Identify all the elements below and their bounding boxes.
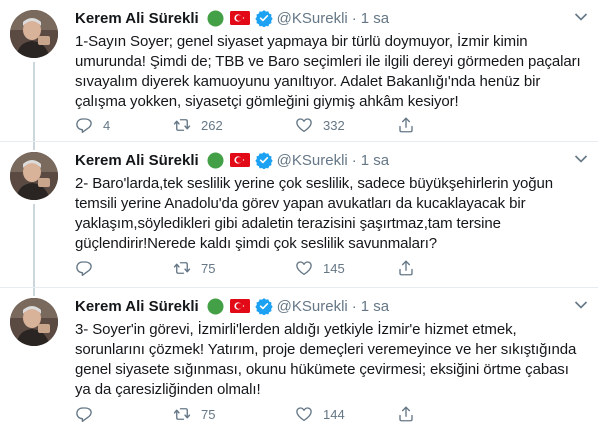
reply-count: 4: [103, 117, 111, 133]
verified-badge-icon: [254, 298, 273, 315]
reply-button[interactable]: [75, 405, 173, 423]
tweet-header: Kerem Ali Sürekli @KSurekli · 1 sa: [75, 150, 588, 170]
share-icon: [399, 406, 413, 422]
share-button[interactable]: [397, 405, 427, 423]
retweet-button[interactable]: 262: [173, 116, 295, 134]
tweet-text: 1-Sayın Soyer; genel siyaset yapmaya bir…: [75, 33, 581, 110]
tweet-time[interactable]: 1 sa: [361, 152, 389, 169]
retweet-icon: [173, 408, 191, 420]
separator-dot: ·: [351, 9, 357, 27]
like-icon: [296, 261, 312, 276]
thread-line: [33, 142, 35, 150]
tweet-content: Kerem Ali Sürekli @KSurekli · 1 sa 2- Ba…: [75, 150, 588, 254]
reply-icon: [76, 261, 92, 277]
turkey-flag-icon: [229, 11, 250, 25]
avatar[interactable]: [10, 152, 58, 200]
tweet-text: 2- Baro'larda,tek seslilik yerine çok se…: [75, 175, 553, 252]
separator-dot: ·: [351, 151, 357, 169]
retweet-icon: [173, 119, 191, 131]
avatar[interactable]: [10, 298, 58, 346]
like-count: 332: [323, 117, 345, 133]
thread-line: [33, 62, 35, 142]
author-handle[interactable]: @KSurekli: [277, 298, 348, 315]
tweet-header: Kerem Ali Sürekli @KSurekli · 1 sa: [75, 296, 588, 316]
share-icon: [399, 117, 413, 133]
verified-badge-icon: [254, 152, 273, 169]
tweet-content: Kerem Ali Sürekli @KSurekli · 1 sa 3- So…: [75, 296, 588, 400]
like-icon: [296, 407, 312, 422]
author-name[interactable]: Kerem Ali Sürekli: [75, 298, 199, 315]
reply-button[interactable]: [75, 259, 173, 277]
retweet-icon: [173, 262, 191, 274]
timeline: Kerem Ali Sürekli @KSurekli · 1 sa 1-Say…: [0, 0, 598, 436]
tweet-time[interactable]: 1 sa: [361, 298, 389, 315]
author-name[interactable]: Kerem Ali Sürekli: [75, 152, 199, 169]
author-handle[interactable]: @KSurekli: [277, 152, 348, 169]
tweet-actions: 75 144: [75, 405, 427, 423]
like-button[interactable]: 145: [295, 259, 397, 277]
retweet-button[interactable]: 75: [173, 405, 295, 423]
chevron-down-icon[interactable]: [574, 154, 588, 164]
retweet-count: 75: [201, 260, 216, 276]
reply-button[interactable]: 4: [75, 116, 173, 134]
share-button[interactable]: [397, 116, 427, 134]
share-icon: [399, 260, 413, 276]
green-circle-icon: [207, 10, 224, 26]
turkey-flag-icon: [229, 153, 250, 167]
tweet-text: 3- Soyer'in görevi, İzmirli'lerden aldığ…: [75, 321, 577, 398]
tweet-actions: 4 262 332: [75, 116, 427, 134]
turkey-flag-icon: [229, 299, 250, 313]
avatar[interactable]: [10, 10, 58, 58]
retweet-button[interactable]: 75: [173, 259, 295, 277]
tweet-content: Kerem Ali Sürekli @KSurekli · 1 sa 1-Say…: [75, 8, 588, 112]
tweet-actions: 75 145: [75, 259, 427, 277]
verified-badge-icon: [254, 10, 273, 27]
like-count: 144: [323, 406, 345, 422]
like-button[interactable]: 144: [295, 405, 397, 423]
avatar-image: [10, 152, 58, 200]
tweet-time[interactable]: 1 sa: [361, 10, 389, 27]
tweet-1[interactable]: Kerem Ali Sürekli @KSurekli · 1 sa 1-Say…: [0, 0, 598, 142]
thread-line: [33, 288, 35, 296]
green-circle-icon: [207, 298, 224, 314]
like-icon: [296, 118, 312, 133]
avatar-image: [10, 10, 58, 58]
author-handle[interactable]: @KSurekli: [277, 10, 348, 27]
tweet-2[interactable]: Kerem Ali Sürekli @KSurekli · 1 sa 2- Ba…: [0, 142, 598, 288]
share-button[interactable]: [397, 259, 427, 277]
reply-icon: [76, 118, 92, 134]
retweet-count: 75: [201, 406, 216, 422]
green-circle-icon: [207, 152, 224, 168]
retweet-count: 262: [201, 117, 223, 133]
avatar-image: [10, 298, 58, 346]
chevron-down-icon[interactable]: [574, 12, 588, 22]
author-name[interactable]: Kerem Ali Sürekli: [75, 10, 199, 27]
tweet-3[interactable]: Kerem Ali Sürekli @KSurekli · 1 sa 3- So…: [0, 288, 598, 436]
like-button[interactable]: 332: [295, 116, 397, 134]
thread-line: [33, 204, 35, 288]
like-count: 145: [323, 260, 345, 276]
reply-icon: [76, 407, 92, 423]
chevron-down-icon[interactable]: [574, 300, 588, 310]
tweet-header: Kerem Ali Sürekli @KSurekli · 1 sa: [75, 8, 588, 28]
separator-dot: ·: [351, 297, 357, 315]
